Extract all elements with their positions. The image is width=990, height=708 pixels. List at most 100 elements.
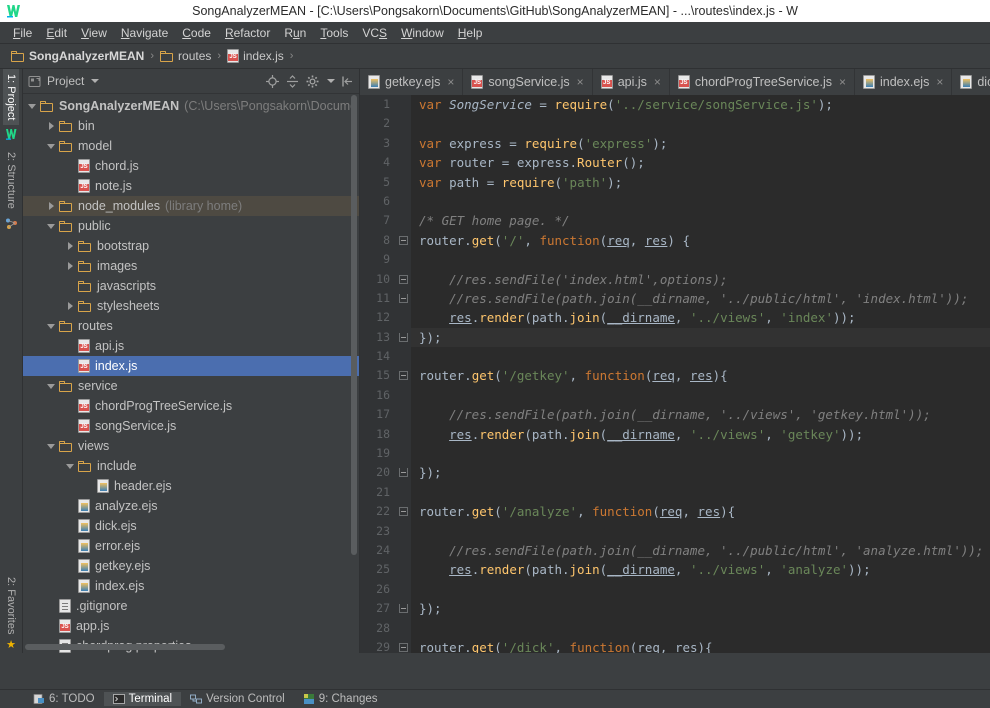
code-line[interactable]: var SongService = require('../service/so…: [419, 95, 990, 114]
editor-tab-dick[interactable]: dick×: [952, 69, 990, 95]
menu-window[interactable]: Window: [394, 24, 451, 42]
code-line[interactable]: res.render(path.join(__dirname, '../view…: [419, 425, 990, 444]
tree-item-app-js[interactable]: app.js: [23, 616, 359, 636]
code-line[interactable]: router.get('/', function(req, res) {: [419, 231, 990, 250]
tree-item-songanalyzermean[interactable]: SongAnalyzerMEAN (C:\Users\Pongsakorn\Doc…: [23, 96, 359, 116]
editor-tab-bar[interactable]: getkey.ejs×songService.js×api.js×chordPr…: [360, 69, 990, 95]
status-button-terminal[interactable]: Terminal: [103, 692, 182, 706]
menu-edit[interactable]: Edit: [39, 24, 74, 42]
code-line[interactable]: [419, 483, 990, 502]
code-line[interactable]: [419, 619, 990, 638]
tree-item-note-js[interactable]: note.js: [23, 176, 359, 196]
settings-gear-icon[interactable]: [305, 74, 320, 89]
code-area[interactable]: 1 2 3 4 5 6 7 8 9 10 11 12 13 14 15 16 17 18 19 20 21 22 23 24 2…: [360, 95, 990, 653]
code-content[interactable]: var SongService = require('../service/so…: [411, 95, 990, 653]
menu-view[interactable]: View: [74, 24, 114, 42]
breadcrumb-item-file[interactable]: index.js: [224, 48, 287, 64]
tree-item-error-ejs[interactable]: error.ejs: [23, 536, 359, 556]
fold-toggle-icon[interactable]: [395, 638, 411, 653]
close-icon[interactable]: ×: [447, 75, 454, 89]
code-line[interactable]: res.render(path.join(__dirname, '../view…: [419, 308, 990, 327]
chevron-down-icon[interactable]: [46, 440, 58, 452]
tree-item-header-ejs[interactable]: header.ejs: [23, 476, 359, 496]
close-icon[interactable]: ×: [654, 75, 661, 89]
sidebar-item-favorites[interactable]: 2: Favorites: [3, 572, 19, 639]
close-icon[interactable]: ×: [577, 75, 584, 89]
code-line[interactable]: //res.sendFile(path.join(__dirname, '../…: [419, 541, 990, 560]
menu-vcs[interactable]: VCS: [355, 24, 394, 42]
hide-panel-icon[interactable]: [340, 74, 355, 89]
tree-item-stylesheets[interactable]: stylesheets: [23, 296, 359, 316]
code-line[interactable]: var path = require('path');: [419, 173, 990, 192]
chevron-right-icon[interactable]: [46, 120, 58, 132]
tree-item-chord-js[interactable]: chord.js: [23, 156, 359, 176]
fold-toggle-icon[interactable]: [395, 231, 411, 250]
fold-toggle-icon[interactable]: [395, 502, 411, 521]
code-line[interactable]: res.render(path.join(__dirname, '../view…: [419, 560, 990, 579]
status-button-todo[interactable]: 6: TODO: [24, 692, 104, 706]
tree-item-dick-ejs[interactable]: dick.ejs: [23, 516, 359, 536]
code-line[interactable]: });: [419, 599, 990, 618]
project-tree[interactable]: SongAnalyzerMEAN (C:\Users\Pongsakorn\Doc…: [23, 94, 359, 653]
editor-tab-songservice-js[interactable]: songService.js ×: [463, 69, 593, 95]
status-button-changes[interactable]: 9: Changes: [294, 692, 387, 706]
code-line[interactable]: [419, 250, 990, 269]
menu-navigate[interactable]: Navigate: [114, 24, 175, 42]
code-line[interactable]: [419, 192, 990, 211]
code-line[interactable]: [419, 386, 990, 405]
menu-code[interactable]: Code: [175, 24, 218, 42]
tree-item--gitignore[interactable]: .gitignore: [23, 596, 359, 616]
menu-help[interactable]: Help: [451, 24, 490, 42]
tree-item-getkey-ejs[interactable]: getkey.ejs: [23, 556, 359, 576]
menu-refactor[interactable]: Refactor: [218, 24, 277, 42]
code-line[interactable]: });: [419, 463, 990, 482]
tree-item-analyze-ejs[interactable]: analyze.ejs: [23, 496, 359, 516]
code-line[interactable]: });: [411, 327, 990, 348]
editor-tab-chordprogtreeservice-js[interactable]: chordProgTreeService.js ×: [670, 69, 855, 95]
chevron-down-icon[interactable]: [27, 100, 39, 112]
menu-file[interactable]: File: [6, 24, 39, 42]
sidebar-item-project[interactable]: 1: Project: [3, 69, 19, 126]
tree-item-routes[interactable]: routes: [23, 316, 359, 336]
chevron-down-icon[interactable]: [91, 79, 100, 83]
fold-toggle-icon[interactable]: [395, 328, 411, 347]
status-button-version-control[interactable]: Version Control: [181, 692, 294, 706]
menu-run[interactable]: Run: [277, 24, 313, 42]
tree-item-index-js[interactable]: index.js: [23, 356, 359, 376]
editor-tab-index-ejs[interactable]: index.ejs ×: [855, 69, 953, 95]
code-line[interactable]: [419, 522, 990, 541]
fold-toggle-icon[interactable]: [395, 366, 411, 385]
chevron-right-icon[interactable]: [46, 200, 58, 212]
tree-item-public[interactable]: public: [23, 216, 359, 236]
tree-item-api-js[interactable]: api.js: [23, 336, 359, 356]
tree-item-index-ejs[interactable]: index.ejs: [23, 576, 359, 596]
code-line[interactable]: /* GET home page. */: [419, 211, 990, 230]
scrollbar-thumb[interactable]: [25, 644, 225, 650]
code-line[interactable]: //res.sendFile(path.join(__dirname, '../…: [419, 289, 990, 308]
code-line[interactable]: var router = express.Router();: [419, 153, 990, 172]
chevron-right-icon[interactable]: [65, 260, 77, 272]
fold-toggle-icon[interactable]: [395, 289, 411, 308]
breadcrumb-item-routes[interactable]: routes: [157, 48, 214, 64]
fold-toggle-icon[interactable]: [395, 599, 411, 618]
code-line[interactable]: router.get('/analyze', function(req, res…: [419, 502, 990, 521]
code-line[interactable]: [419, 580, 990, 599]
chevron-down-icon[interactable]: [46, 320, 58, 332]
project-tree-vscrollbar[interactable]: [350, 95, 358, 615]
tree-item-include[interactable]: include: [23, 456, 359, 476]
menu-tools[interactable]: Tools: [313, 24, 355, 42]
tree-item-bin[interactable]: bin: [23, 116, 359, 136]
code-folding-gutter[interactable]: [395, 95, 411, 653]
code-line[interactable]: router.get('/getkey', function(req, res)…: [419, 366, 990, 385]
tree-item-model[interactable]: model: [23, 136, 359, 156]
tree-item-songservice-js[interactable]: songService.js: [23, 416, 359, 436]
breadcrumb-item-project[interactable]: SongAnalyzerMEAN: [8, 48, 147, 64]
editor-tab-api-js[interactable]: api.js ×: [593, 69, 670, 95]
close-icon[interactable]: ×: [839, 75, 846, 89]
code-line[interactable]: router.get('/dick', function(req, res){: [419, 638, 990, 653]
tree-item-images[interactable]: images: [23, 256, 359, 276]
tree-item-bootstrap[interactable]: bootstrap: [23, 236, 359, 256]
chevron-down-icon[interactable]: [46, 140, 58, 152]
tree-item-views[interactable]: views: [23, 436, 359, 456]
close-icon[interactable]: ×: [936, 75, 943, 89]
